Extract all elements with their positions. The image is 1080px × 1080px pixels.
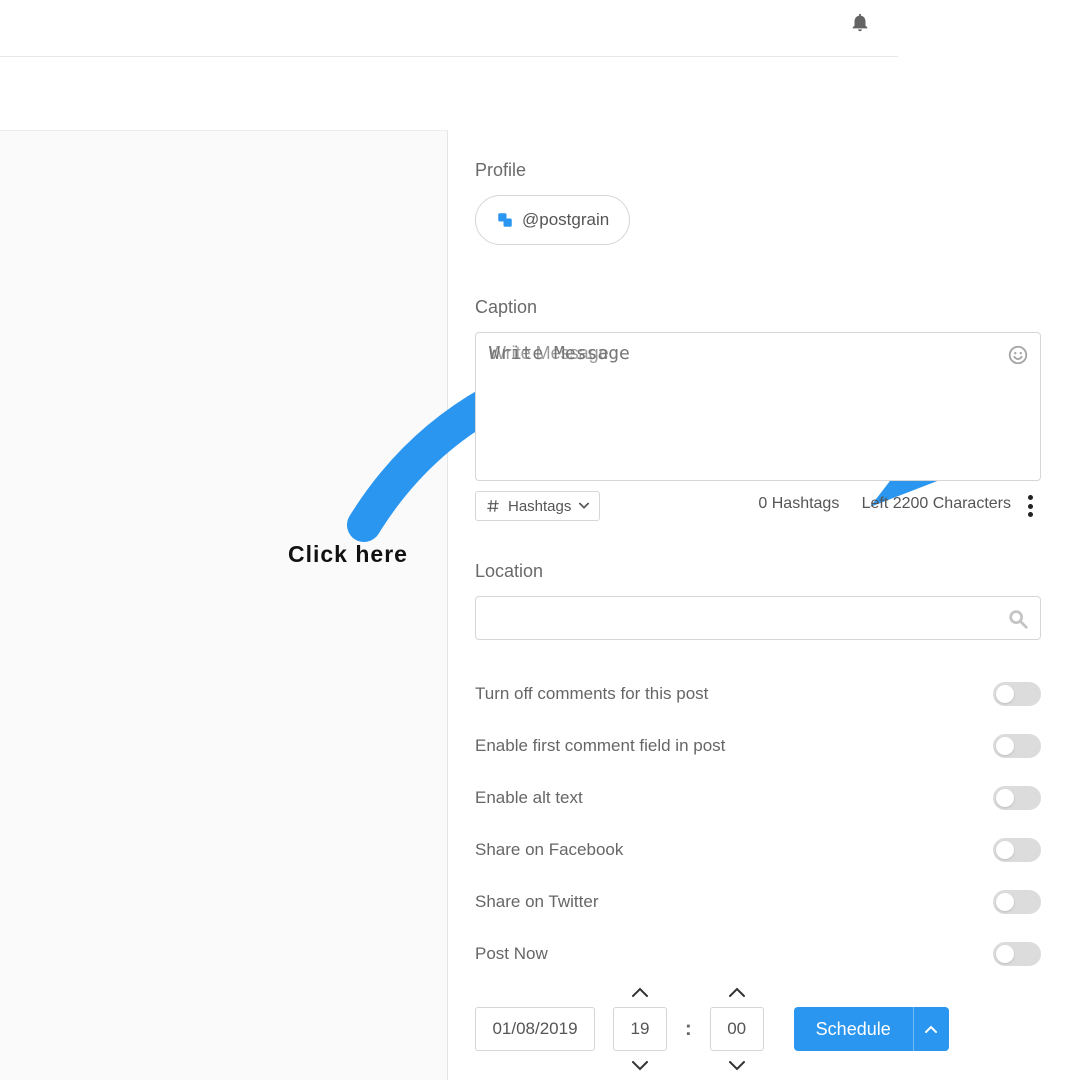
toggle-switch[interactable] xyxy=(993,734,1041,758)
chevron-up-icon xyxy=(632,987,648,997)
toggle-row-first-comment: Enable first comment field in post xyxy=(475,720,1041,772)
minute-input[interactable] xyxy=(710,1007,764,1051)
toggle-label: Enable first comment field in post xyxy=(475,736,725,756)
schedule-dropdown[interactable] xyxy=(913,1007,949,1051)
caption-under-row: Hashtags 0 Hashtags Left 2200 Characters xyxy=(475,491,1041,525)
caption-input[interactable] xyxy=(476,333,1040,480)
location-input[interactable] xyxy=(476,597,1040,639)
toggle-row-comments-off: Turn off comments for this post xyxy=(475,668,1041,720)
hour-column xyxy=(613,983,667,1075)
location-search-button[interactable] xyxy=(1006,607,1030,631)
chevron-down-icon xyxy=(632,1061,648,1071)
hour-down[interactable] xyxy=(623,1057,657,1075)
hashtags-button[interactable]: Hashtags xyxy=(475,491,600,521)
toggle-label: Enable alt text xyxy=(475,788,583,808)
profile-section-title: Profile xyxy=(475,160,1041,181)
caret-up-icon xyxy=(925,1025,937,1033)
toggle-label: Share on Facebook xyxy=(475,840,623,860)
toggle-switch[interactable] xyxy=(993,838,1041,862)
chevron-up-icon xyxy=(729,987,745,997)
toggle-switch[interactable] xyxy=(993,890,1041,914)
smile-icon xyxy=(1007,344,1029,366)
toggle-row-share-facebook: Share on Facebook xyxy=(475,824,1041,876)
copy-icon xyxy=(496,211,514,229)
profile-handle: @postgrain xyxy=(522,210,609,230)
toggle-switch[interactable] xyxy=(993,942,1041,966)
time-colon: : xyxy=(685,1018,692,1041)
kebab-icon xyxy=(1028,495,1033,517)
toggle-row-post-now: Post Now xyxy=(475,928,1041,980)
character-count: Left 2200 Characters xyxy=(862,495,1011,512)
toggles-block: Turn off comments for this post Enable f… xyxy=(475,668,1041,980)
location-box xyxy=(475,596,1041,640)
hour-up[interactable] xyxy=(623,983,657,1001)
emoji-button[interactable] xyxy=(1006,343,1030,367)
schedule-button-label: Schedule xyxy=(816,1019,891,1040)
compose-panel: Profile @postgrain Caption Write Message xyxy=(475,160,1041,1064)
chevron-down-icon xyxy=(729,1061,745,1071)
caret-down-icon xyxy=(579,501,589,511)
caption-counts: 0 Hashtags Left 2200 Characters xyxy=(758,495,1011,513)
minute-up[interactable] xyxy=(720,983,754,1001)
schedule-button[interactable]: Schedule xyxy=(794,1007,913,1051)
toggle-switch[interactable] xyxy=(993,682,1041,706)
toggle-label: Share on Twitter xyxy=(475,892,598,912)
toggle-label: Post Now xyxy=(475,944,548,964)
schedule-split-button: Schedule xyxy=(794,1007,949,1051)
toggle-switch[interactable] xyxy=(993,786,1041,810)
minute-column xyxy=(710,983,764,1075)
bell-icon xyxy=(849,11,871,33)
location-section-title: Location xyxy=(475,561,1041,582)
more-button[interactable] xyxy=(1019,491,1041,521)
notifications-button[interactable] xyxy=(846,8,874,36)
annotation-click-here: Click here xyxy=(288,543,408,566)
minute-down[interactable] xyxy=(720,1057,754,1075)
hashtags-button-label: Hashtags xyxy=(508,498,571,515)
toggle-row-alt-text: Enable alt text xyxy=(475,772,1041,824)
toggle-label: Turn off comments for this post xyxy=(475,684,708,704)
hash-icon xyxy=(486,499,500,513)
hour-input[interactable] xyxy=(613,1007,667,1051)
search-icon xyxy=(1007,608,1029,630)
hashtag-count: 0 Hashtags xyxy=(758,495,839,512)
left-pane xyxy=(0,130,448,1080)
toggle-row-share-twitter: Share on Twitter xyxy=(475,876,1041,928)
date-input[interactable] xyxy=(475,1007,595,1051)
caption-section-title: Caption xyxy=(475,297,1041,318)
topbar xyxy=(0,0,898,57)
caption-box: Write Message xyxy=(475,332,1041,481)
profile-chip[interactable]: @postgrain xyxy=(475,195,630,245)
schedule-row: : Schedule xyxy=(475,994,1041,1064)
